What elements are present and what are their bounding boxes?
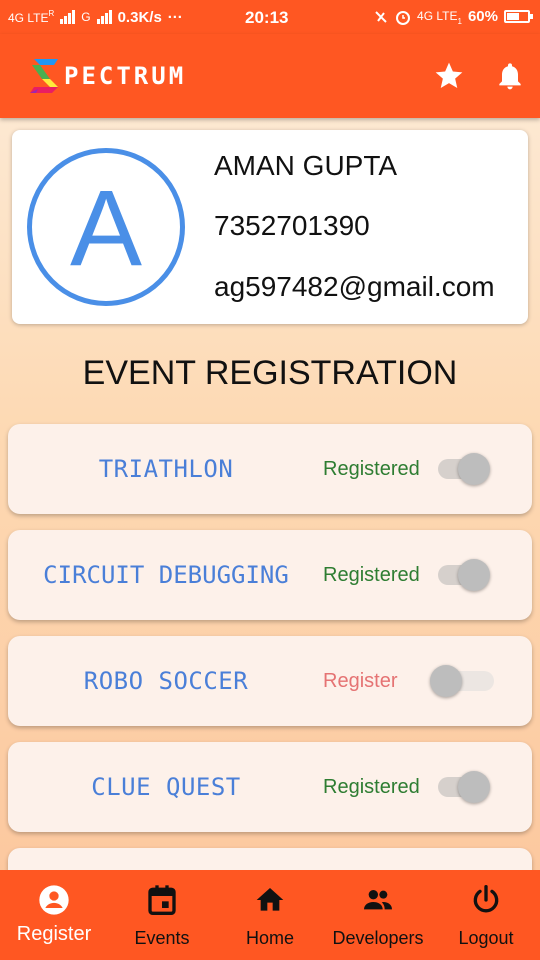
network-speed: 0.3K/s [117,8,162,26]
network-label-2: G [81,10,91,24]
power-icon [473,885,499,913]
bell-icon[interactable] [494,60,526,92]
event-card: TRIATHLON Registered [8,424,532,514]
registration-toggle[interactable] [436,559,496,591]
nav-events[interactable]: Events [108,870,216,960]
star-icon[interactable] [433,60,465,92]
user-phone: 7352701390 [214,210,370,241]
nav-label: Logout [458,928,514,948]
app-bar: PECTRUM [0,34,540,118]
event-card: ROBO SOCCER Register [8,636,532,726]
user-email: ag597482@gmail.com [214,271,495,302]
network-label: 4G LTER [8,8,55,25]
signal-icon-2 [96,10,112,24]
vibrate-off-icon [375,10,387,23]
avatar: A [27,148,185,306]
nav-label: Register [16,923,92,945]
calendar-icon [148,885,176,915]
event-status: Registered [323,563,420,586]
account-circle-icon [39,885,69,915]
nav-home[interactable]: Home [216,870,324,960]
more-notifications-icon: ··· [167,8,183,26]
home-icon [256,888,284,911]
battery-percent: 60% [467,8,498,25]
nav-developers[interactable]: Developers [324,870,432,960]
people-icon [364,890,392,910]
event-status: Registered [323,775,420,798]
nav-logout[interactable]: Logout [432,870,540,960]
logo-text: PECTRUM [64,62,187,90]
alarm-icon [396,10,411,25]
logo-s-icon [30,59,58,93]
profile-card: A AMAN GUPTA 7352701390 ag597482@gmail.c… [12,130,528,324]
event-name: TRIATHLON [98,455,234,483]
signal-icon [60,10,76,24]
nav-register[interactable]: Register [0,870,108,960]
nav-label: Developers [332,928,424,948]
network-label-3: 4G LTE1 [417,9,462,26]
spectrum-logo: PECTRUM [28,54,186,98]
event-name: ROBO SOCCER [83,667,249,695]
registration-toggle[interactable] [430,665,496,697]
event-name: CIRCUIT DEBUGGING [43,561,289,589]
event-card: CIRCUIT DEBUGGING Registered [8,530,532,620]
nav-label: Events [134,928,190,948]
event-name: CLUE QUEST [91,773,241,801]
clock: 20:13 [245,8,289,27]
battery-icon [504,10,533,23]
user-name: AMAN GUPTA [214,150,398,181]
registration-toggle[interactable] [436,453,496,485]
status-bar: 4G LTER G 0.3K/s ··· 20:13 4G LTE1 60% [0,0,540,34]
bottom-nav: Register Events Home Developers Logout [0,870,540,960]
nav-label: Home [245,928,294,948]
event-status: Register [323,669,398,692]
section-title: EVENT REGISTRATION [82,354,458,392]
event-status: Registered [323,457,420,480]
event-card: CLUE QUEST Registered [8,742,532,832]
registration-toggle[interactable] [436,771,496,803]
